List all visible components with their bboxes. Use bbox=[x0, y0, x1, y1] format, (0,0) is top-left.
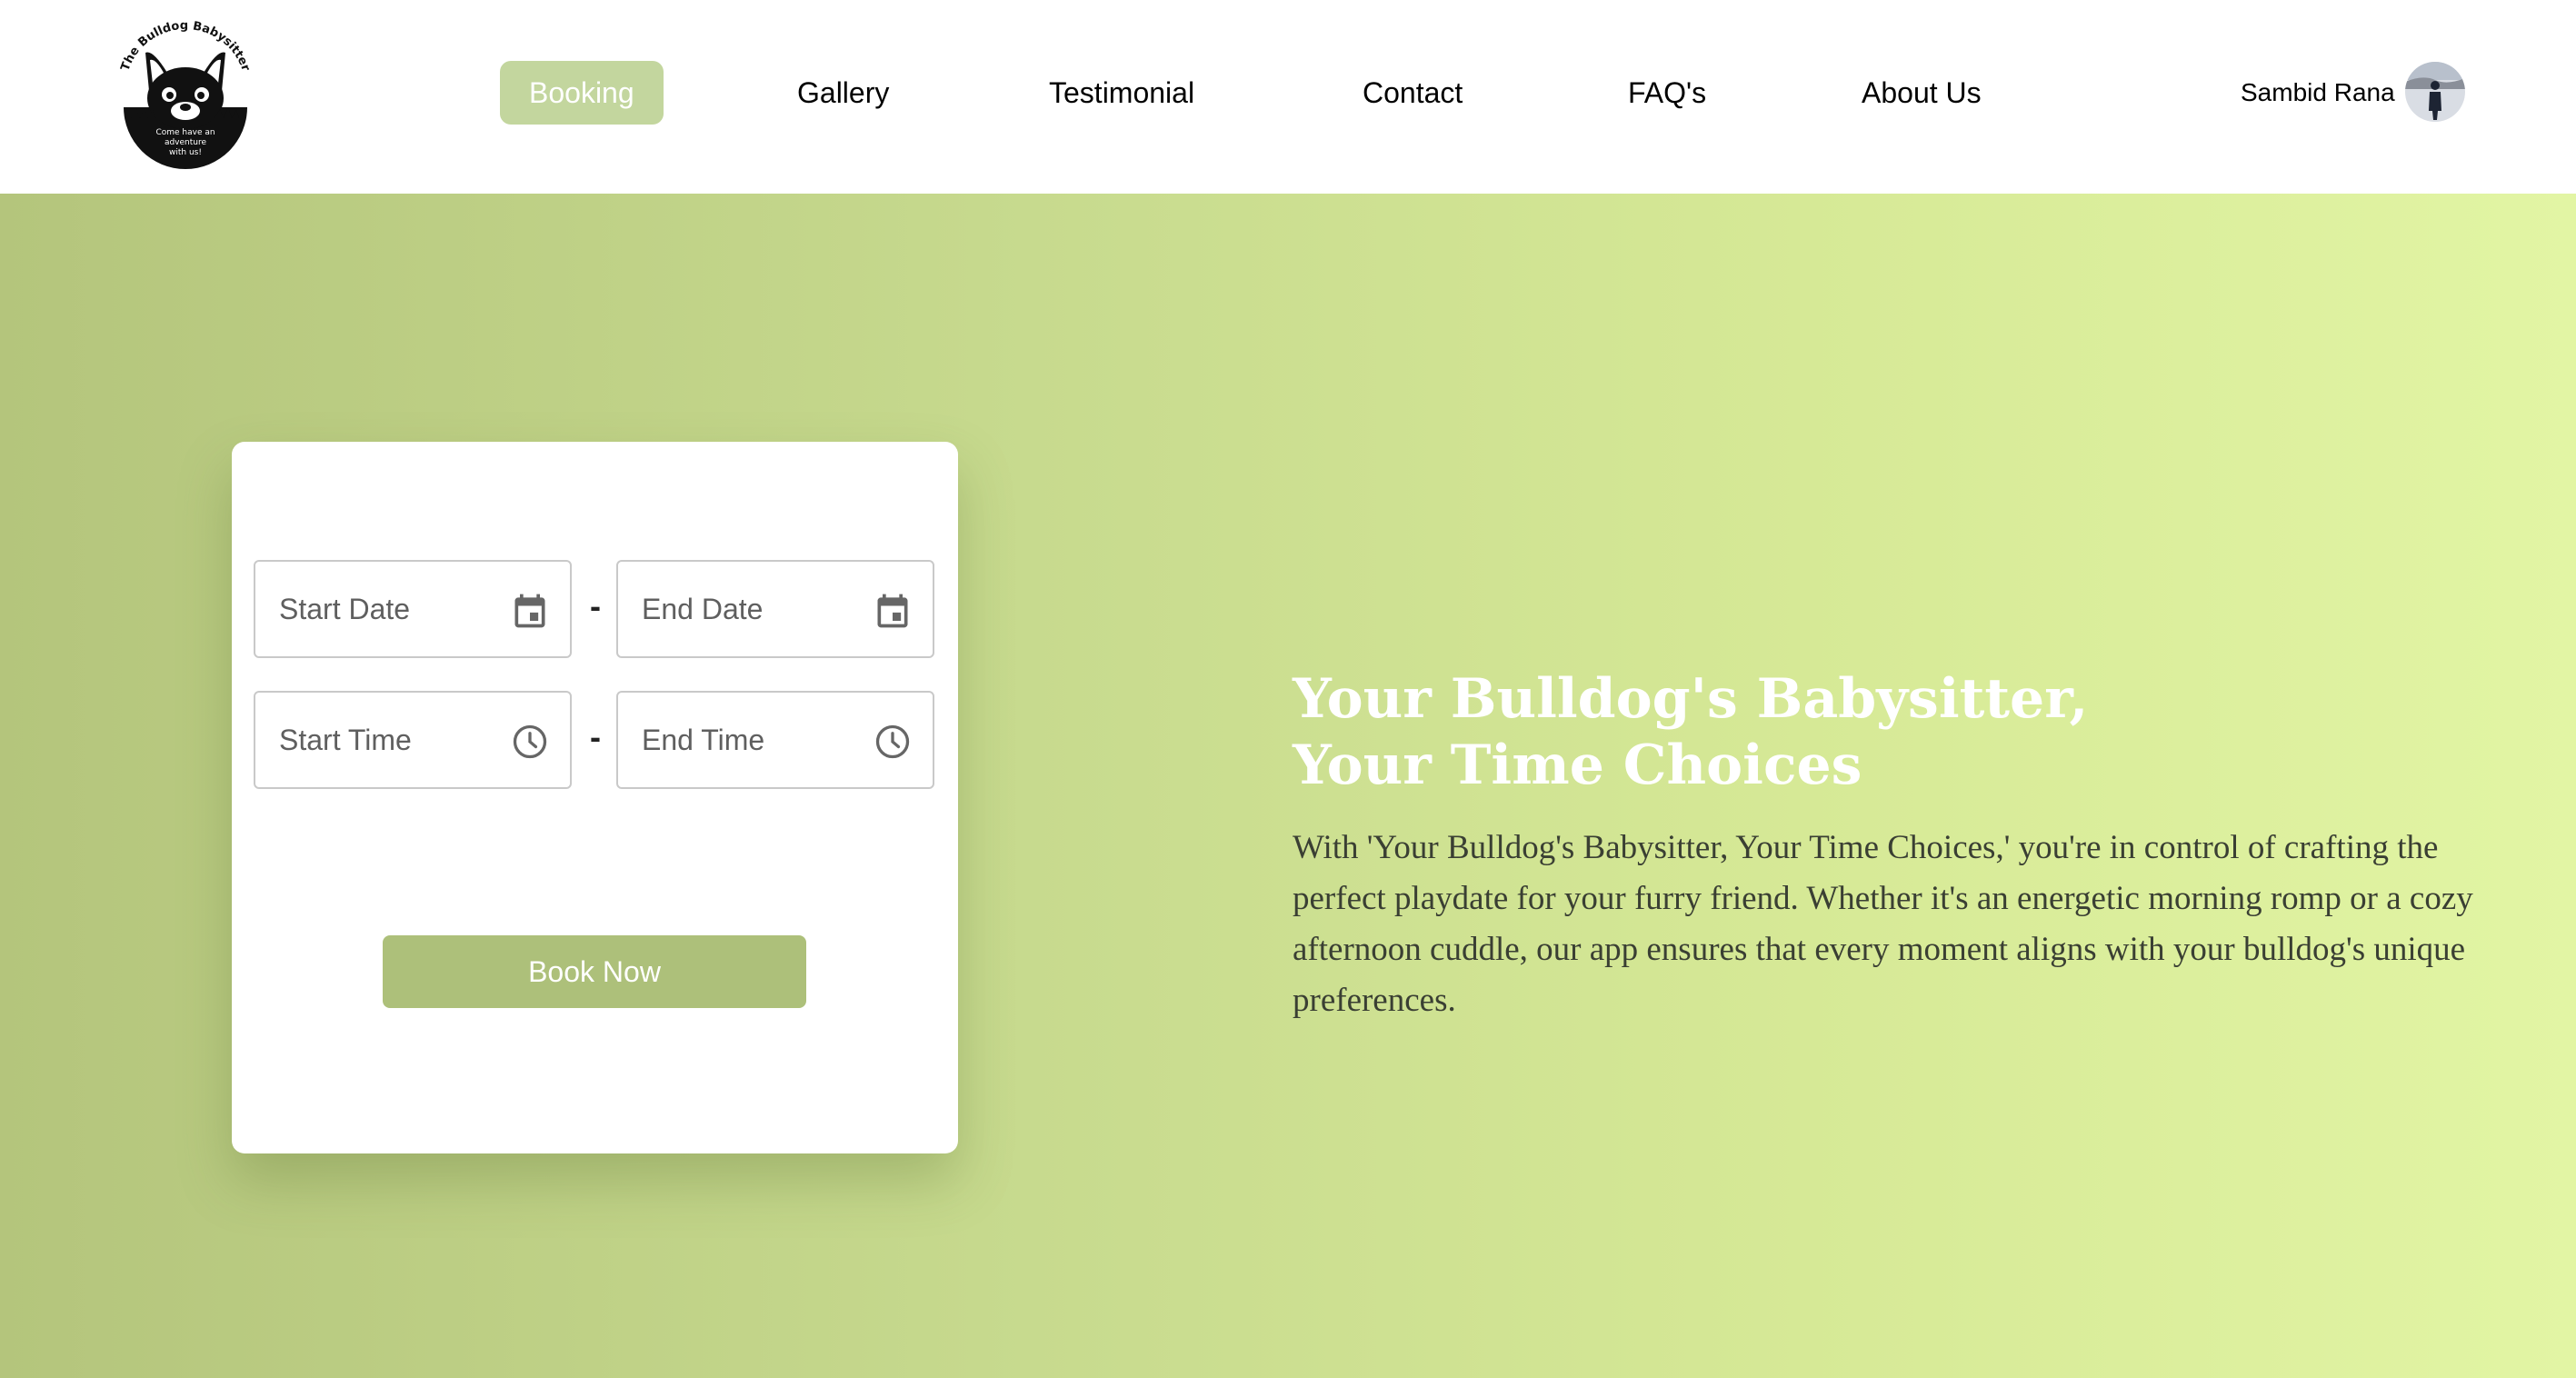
end-time-input[interactable] bbox=[642, 693, 860, 787]
start-date-field[interactable] bbox=[254, 560, 572, 658]
nav-gallery[interactable]: Gallery bbox=[797, 61, 889, 125]
user-avatar-icon bbox=[2405, 62, 2465, 122]
top-navbar: The Bulldog Babysitter Come have an adve… bbox=[0, 0, 2576, 194]
date-range-separator: - bbox=[590, 587, 601, 624]
nav-booking[interactable]: Booking bbox=[500, 61, 664, 125]
svg-text:with us!: with us! bbox=[169, 148, 202, 157]
start-date-input[interactable] bbox=[279, 562, 497, 656]
hero-title-line: Your Bulldog's Babysitter, bbox=[1293, 667, 2089, 731]
svg-text:Come have an: Come have an bbox=[155, 128, 215, 137]
hero-title-line: Your Time Choices bbox=[1293, 734, 1862, 797]
svg-text:adventure: adventure bbox=[165, 138, 207, 147]
hero-description: With 'Your Bulldog's Babysitter, Your Ti… bbox=[1293, 829, 2473, 1019]
nav-about-us[interactable]: About Us bbox=[1862, 61, 1982, 125]
book-now-button[interactable]: Book Now bbox=[383, 935, 806, 1008]
calendar-icon[interactable] bbox=[873, 591, 913, 631]
end-date-field[interactable] bbox=[616, 560, 934, 658]
svg-text:The Bulldog Babysitter: The Bulldog Babysitter bbox=[118, 19, 252, 74]
user-name[interactable]: Sambid Rana bbox=[2241, 71, 2395, 115]
start-time-input[interactable] bbox=[279, 693, 497, 787]
end-time-field[interactable] bbox=[616, 691, 934, 789]
nav-contact[interactable]: Contact bbox=[1363, 61, 1463, 125]
hero-title: Your Bulldog's Babysitter, Your Time Cho… bbox=[1293, 666, 2474, 799]
booking-card: - - Book Now bbox=[232, 442, 958, 1153]
hero-section: - - Book Now Your Bulldog's Babysitter, … bbox=[0, 194, 2576, 1378]
time-range-separator: - bbox=[590, 718, 601, 755]
calendar-icon[interactable] bbox=[510, 591, 550, 631]
brand-logo[interactable]: The Bulldog Babysitter Come have an adve… bbox=[105, 16, 265, 176]
bulldog-logo-icon: The Bulldog Babysitter Come have an adve… bbox=[118, 19, 253, 169]
end-date-input[interactable] bbox=[642, 562, 860, 656]
clock-icon[interactable] bbox=[510, 722, 550, 762]
start-time-field[interactable] bbox=[254, 691, 572, 789]
clock-icon[interactable] bbox=[873, 722, 913, 762]
avatar[interactable] bbox=[2405, 62, 2465, 122]
nav-testimonial[interactable]: Testimonial bbox=[1049, 61, 1194, 125]
nav-faqs[interactable]: FAQ's bbox=[1628, 61, 1706, 125]
